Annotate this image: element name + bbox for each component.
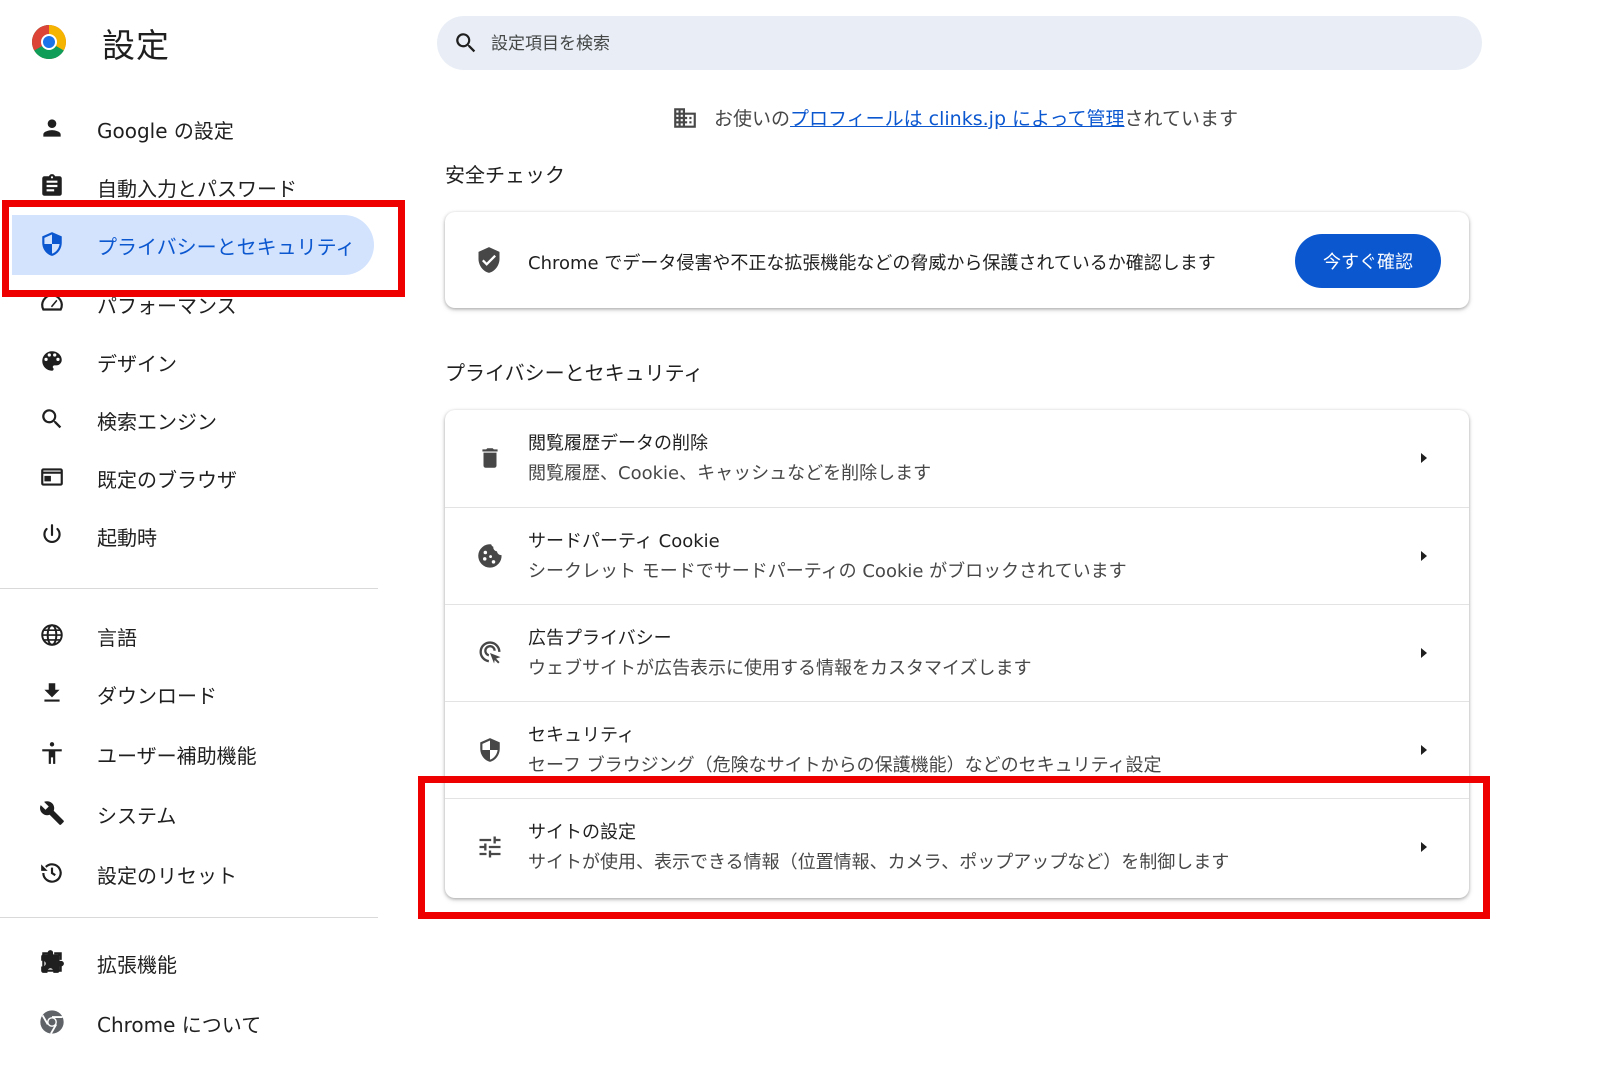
- person-icon: [38, 114, 66, 142]
- sidebar-item-about-chrome[interactable]: Chrome について: [0, 997, 400, 1047]
- row-description: シークレット モードでサードパーティの Cookie がブロックされています: [528, 561, 1127, 582]
- sidebar-item-label: ユーザー補助機能: [97, 744, 257, 768]
- wrench-icon: [38, 799, 66, 827]
- safety-check-description: Chrome でデータ侵害や不正な拡張機能などの脅威から保護されているか確認しま…: [528, 253, 1216, 274]
- row-ad-privacy[interactable]: 広告プライバシー ウェブサイトが広告表示に使用する情報をカスタマイズします: [445, 604, 1469, 702]
- row-description: ウェブサイトが広告表示に使用する情報をカスタマイズします: [528, 658, 1032, 679]
- row-description: 閲覧履歴、Cookie、キャッシュなどを削除します: [528, 463, 932, 484]
- clipboard-icon: [38, 172, 66, 200]
- sliders-icon: [475, 832, 505, 862]
- check-now-button[interactable]: 今すぐ確認: [1295, 234, 1441, 288]
- sidebar-item-google[interactable]: Google の設定: [0, 103, 400, 153]
- row-description: サイトが使用、表示できる情報（位置情報、カメラ、ポップアップなど）を制御します: [528, 852, 1230, 873]
- row-title: 閲覧履歴データの削除: [528, 433, 708, 454]
- row-description: セーフ ブラウジング（危険なサイトからの保護機能）などのセキュリティ設定: [528, 755, 1162, 776]
- sidebar-item-accessibility[interactable]: ユーザー補助機能: [0, 728, 400, 778]
- safety-check-heading: 安全チェック: [445, 163, 565, 187]
- sidebar-item-label: Google の設定: [97, 119, 234, 143]
- trash-icon: [475, 443, 505, 473]
- privacy-security-card: 閲覧履歴データの削除 閲覧履歴、Cookie、キャッシュなどを削除します サード…: [445, 410, 1469, 898]
- sidebar-item-label: 設定のリセット: [97, 864, 237, 888]
- sidebar-item-label: 拡張機能: [97, 953, 177, 977]
- sidebar-item-reset-settings[interactable]: 設定のリセット: [0, 848, 400, 898]
- sidebar-item-search-engine[interactable]: 検索エンジン: [0, 394, 400, 444]
- sidebar-item-label: 既定のブラウザ: [97, 468, 237, 492]
- managed-notice-prefix: お使いの: [714, 108, 791, 130]
- sidebar-item-label: プライバシーとセキュリティ: [97, 235, 356, 259]
- sidebar-item-design[interactable]: デザイン: [0, 336, 400, 386]
- chrome-logo-icon: [31, 24, 67, 60]
- sidebar-item-label: ダウンロード: [97, 684, 217, 708]
- row-clear-browsing-data[interactable]: 閲覧履歴データの削除 閲覧履歴、Cookie、キャッシュなどを削除します: [445, 410, 1469, 507]
- sidebar-item-extensions[interactable]: 拡張機能: [0, 937, 400, 987]
- search-icon: [38, 405, 66, 433]
- page-title: 設定: [102, 26, 170, 65]
- arrow-right-icon: [1417, 645, 1431, 661]
- history-icon: [38, 859, 66, 887]
- sidebar-item-performance[interactable]: パフォーマンス: [0, 278, 400, 328]
- row-third-party-cookies[interactable]: サードパーティ Cookie シークレット モードでサードパーティの Cooki…: [445, 507, 1469, 605]
- speedometer-icon: [38, 289, 66, 317]
- sidebar-item-on-startup[interactable]: 起動時: [0, 510, 400, 560]
- shield-check-icon: [475, 246, 503, 274]
- building-icon: [672, 105, 698, 131]
- row-site-settings[interactable]: サイトの設定 サイトが使用、表示できる情報（位置情報、カメラ、ポップアップなど）…: [445, 798, 1469, 896]
- managed-notice-suffix: されています: [1124, 108, 1238, 130]
- browser-window-icon: [38, 463, 66, 491]
- arrow-right-icon: [1417, 450, 1431, 466]
- arrow-right-icon: [1417, 548, 1431, 564]
- download-icon: [38, 679, 66, 707]
- managed-profile-link[interactable]: プロフィールは clinks.jp によって管理: [790, 108, 1125, 130]
- sidebar-item-label: 言語: [97, 626, 137, 650]
- palette-icon: [38, 347, 66, 375]
- row-title: 広告プライバシー: [528, 628, 672, 649]
- row-security[interactable]: セキュリティ セーフ ブラウジング（危険なサイトからの保護機能）などのセキュリテ…: [445, 701, 1469, 799]
- row-title: サイトの設定: [528, 822, 636, 843]
- sidebar-item-label: 自動入力とパスワード: [97, 177, 297, 201]
- sidebar-item-label: 起動時: [97, 526, 157, 550]
- arrow-right-icon: [1417, 742, 1431, 758]
- sidebar-item-default-browser[interactable]: 既定のブラウザ: [0, 452, 400, 502]
- cookie-icon: [475, 541, 505, 571]
- sidebar-item-label: 検索エンジン: [97, 410, 217, 434]
- globe-icon: [38, 621, 66, 649]
- sidebar-item-label: Chrome について: [97, 1013, 262, 1037]
- row-title: サードパーティ Cookie: [528, 531, 720, 552]
- chrome-icon: [38, 1008, 66, 1036]
- sidebar-item-downloads[interactable]: ダウンロード: [0, 668, 400, 718]
- power-icon: [38, 521, 66, 549]
- row-title: セキュリティ: [528, 725, 635, 746]
- arrow-right-icon: [1417, 839, 1431, 855]
- sidebar-item-label: デザイン: [97, 352, 177, 376]
- search-box[interactable]: [437, 16, 1482, 72]
- privacy-security-heading: プライバシーとセキュリティ: [445, 361, 704, 385]
- open-in-new-icon: [38, 948, 66, 976]
- accessibility-icon: [38, 739, 66, 767]
- sidebar-item-label: システム: [97, 804, 177, 828]
- sidebar-divider: [0, 588, 378, 589]
- shield-icon: [38, 230, 66, 258]
- sidebar-item-system[interactable]: システム: [0, 788, 400, 838]
- search-input[interactable]: [489, 16, 1453, 72]
- sidebar-item-privacy-security[interactable]: プライバシーとセキュリティ: [0, 215, 400, 275]
- sidebar-item-autofill[interactable]: 自動入力とパスワード: [0, 161, 400, 211]
- ad-privacy-icon: [475, 638, 505, 668]
- sidebar-item-label: パフォーマンス: [97, 294, 237, 318]
- sidebar-divider: [0, 917, 378, 918]
- search-icon: [453, 30, 479, 56]
- shield-icon: [475, 735, 505, 765]
- sidebar-item-languages[interactable]: 言語: [0, 610, 400, 660]
- safety-check-card: Chrome でデータ侵害や不正な拡張機能などの脅威から保護されているか確認しま…: [445, 212, 1469, 308]
